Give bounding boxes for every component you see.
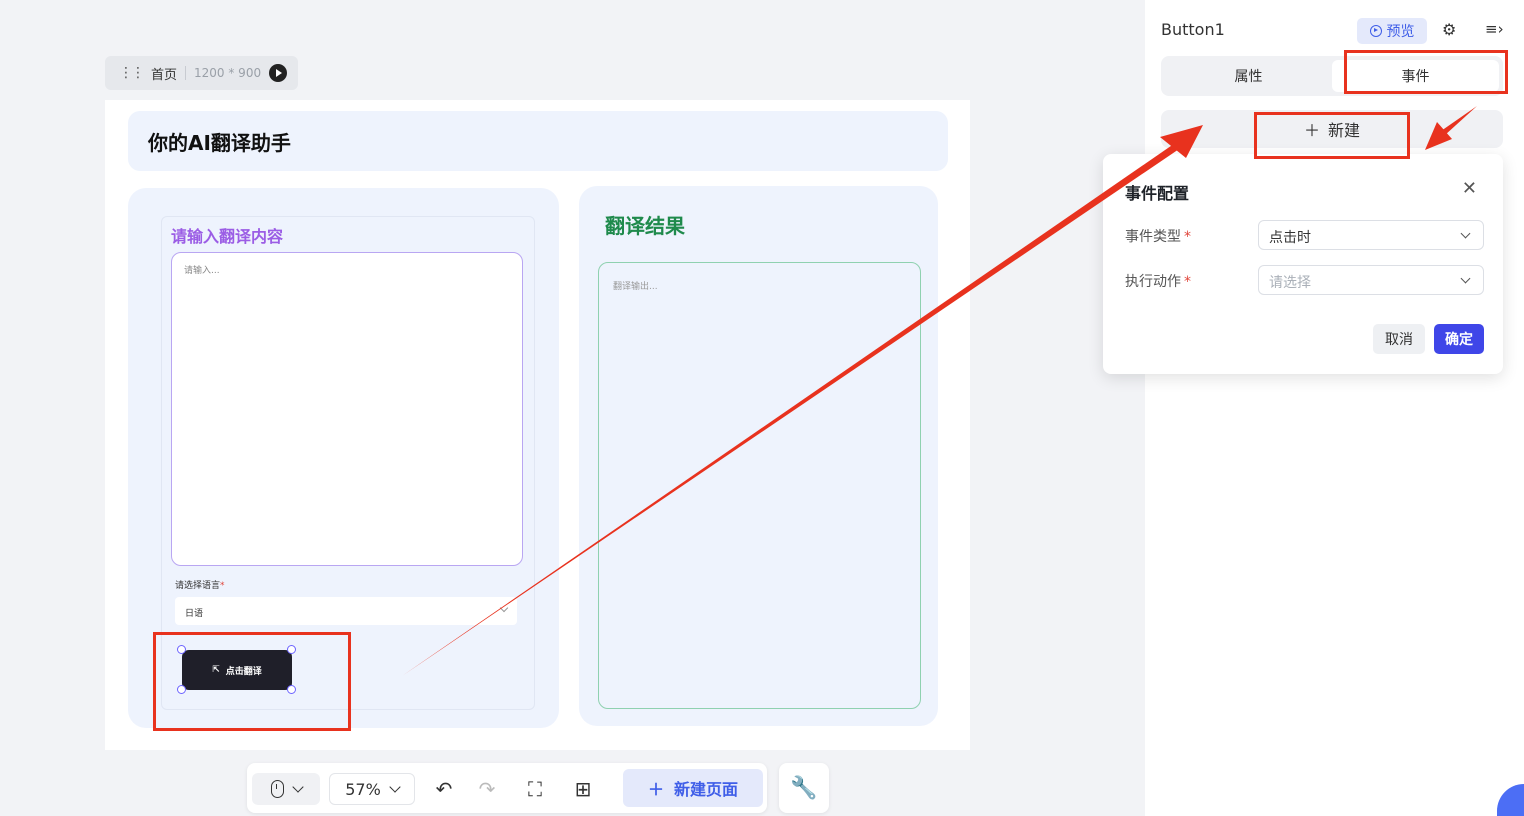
drag-handle-icon[interactable]: ⋮⋮ [119,65,145,81]
chevron-down-icon [499,603,509,613]
component-name: Button1 [1161,20,1225,39]
required-mark: * [1184,274,1191,290]
preview-button[interactable]: 预览 [1357,18,1427,44]
chevron-down-icon [1460,273,1471,284]
mouse-icon [270,780,284,798]
play-icon[interactable] [269,64,288,82]
annotation-box-new-button [1254,112,1410,159]
collapse-panel-icon[interactable]: ≡› [1485,20,1504,38]
annotation-box-events-tab [1344,50,1508,94]
tab-properties[interactable]: 属性 [1165,60,1332,92]
action-label-text: 执行动作 [1125,274,1181,290]
undo-icon[interactable]: ↶ [430,775,458,803]
input-textarea[interactable]: 请输入... [171,252,523,566]
divider [185,66,187,80]
result-card[interactable]: 翻译结果 翻译输出... [579,186,938,726]
preview-label: 预览 [1386,24,1415,40]
new-page-button[interactable]: ＋ 新建页面 [623,769,763,807]
fit-screen-icon[interactable]: ⛶ [521,775,549,803]
plus-icon: ＋ [647,780,664,799]
zoom-value: 57% [345,779,381,799]
output-placeholder: 翻译输出... [613,282,658,292]
action-select[interactable]: 请选择 [1258,265,1484,295]
new-page-label: 新建页面 [674,780,739,799]
play-circle-icon [1369,25,1382,37]
page-name: 首页 [151,67,178,83]
page-title[interactable]: 你的AI翻译助手 [128,111,948,171]
dialog-title: 事件配置 [1125,184,1190,203]
tab-properties-label: 属性 [1234,69,1263,85]
chevron-down-icon [389,781,401,793]
event-type-select[interactable]: 点击时 [1258,220,1484,250]
action-label: 执行动作 * [1125,271,1191,291]
event-type-label-text: 事件类型 [1125,229,1181,245]
confirm-button[interactable]: 确定 [1434,324,1484,354]
annotation-box-button [153,632,351,731]
language-label-text: 请选择语言 [175,581,221,591]
language-value: 日语 [185,609,204,619]
event-config-dialog: 事件配置 ✕ 事件类型 * 点击时 执行动作 * 请选择 取消 确定 [1103,154,1503,374]
grid-icon[interactable]: ⊞ [569,775,597,803]
result-label: 翻译结果 [605,214,685,238]
chevron-down-icon [1460,228,1471,239]
language-select[interactable]: 日语 [175,597,517,625]
cancel-button[interactable]: 取消 [1373,324,1425,354]
wrench-icon[interactable]: 🔧 [779,763,829,813]
required-mark: * [1184,229,1191,245]
chevron-down-icon [291,781,304,793]
pointer-mode-select[interactable] [252,773,320,805]
canvas-area: ⋮⋮ 首页 1200 * 900 你的AI翻译助手 请输入翻译内容 请输入...… [0,0,1138,816]
required-mark: * [220,581,225,591]
input-placeholder: 请输入... [184,266,220,276]
redo-icon[interactable]: ↷ [473,775,501,803]
bottom-toolbar: 57% ↶ ↷ ⛶ ⊞ ＋ 新建页面 [247,763,767,813]
action-placeholder: 请选择 [1269,275,1311,291]
input-label: 请输入翻译内容 [171,227,284,246]
output-area[interactable]: 翻译输出... [598,262,921,709]
close-icon[interactable]: ✕ [1462,178,1477,199]
event-type-label: 事件类型 * [1125,226,1191,246]
zoom-select[interactable]: 57% [329,773,415,805]
page-size: 1200 * 900 [194,66,262,80]
page-chip[interactable]: ⋮⋮ 首页 1200 * 900 [105,56,298,90]
gear-icon[interactable]: ⚙ [1442,20,1456,39]
event-type-value: 点击时 [1269,230,1311,246]
language-label: 请选择语言* [175,578,225,591]
